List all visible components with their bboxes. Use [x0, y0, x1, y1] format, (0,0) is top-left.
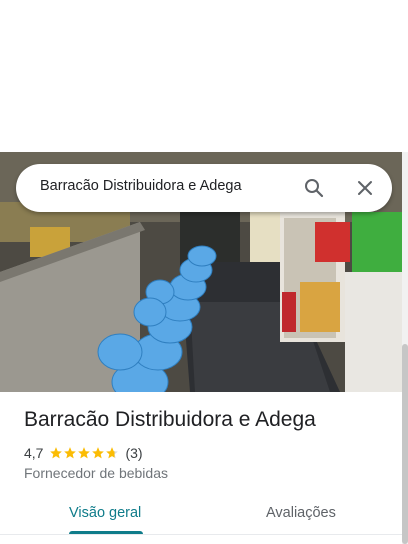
tab-reviews[interactable]: Avaliações: [266, 505, 336, 521]
search-input[interactable]: Barracão Distribuidora e Adega: [40, 178, 242, 194]
star-icon: [50, 447, 63, 459]
search-icon[interactable]: [302, 176, 326, 200]
close-icon[interactable]: [353, 176, 377, 200]
blank-area: [0, 0, 408, 152]
place-title: Barracão Distribuidora e Adega: [24, 408, 316, 431]
star-rating: [49, 446, 119, 460]
search-box[interactable]: Barracão Distribuidora e Adega: [16, 164, 392, 212]
star-icon: [92, 447, 105, 459]
star-icon: [78, 447, 91, 459]
scrollbar-thumb[interactable]: [402, 344, 408, 544]
review-count[interactable]: (3): [125, 445, 142, 461]
rating-row[interactable]: 4,7 (3): [24, 444, 143, 462]
star-icon: [64, 447, 77, 459]
tab-overview[interactable]: Visão geral: [69, 505, 141, 521]
rating-value: 4,7: [24, 445, 44, 461]
place-category[interactable]: Fornecedor de bebidas: [24, 465, 168, 481]
divider: [0, 534, 402, 535]
star-half-icon: [106, 447, 119, 459]
